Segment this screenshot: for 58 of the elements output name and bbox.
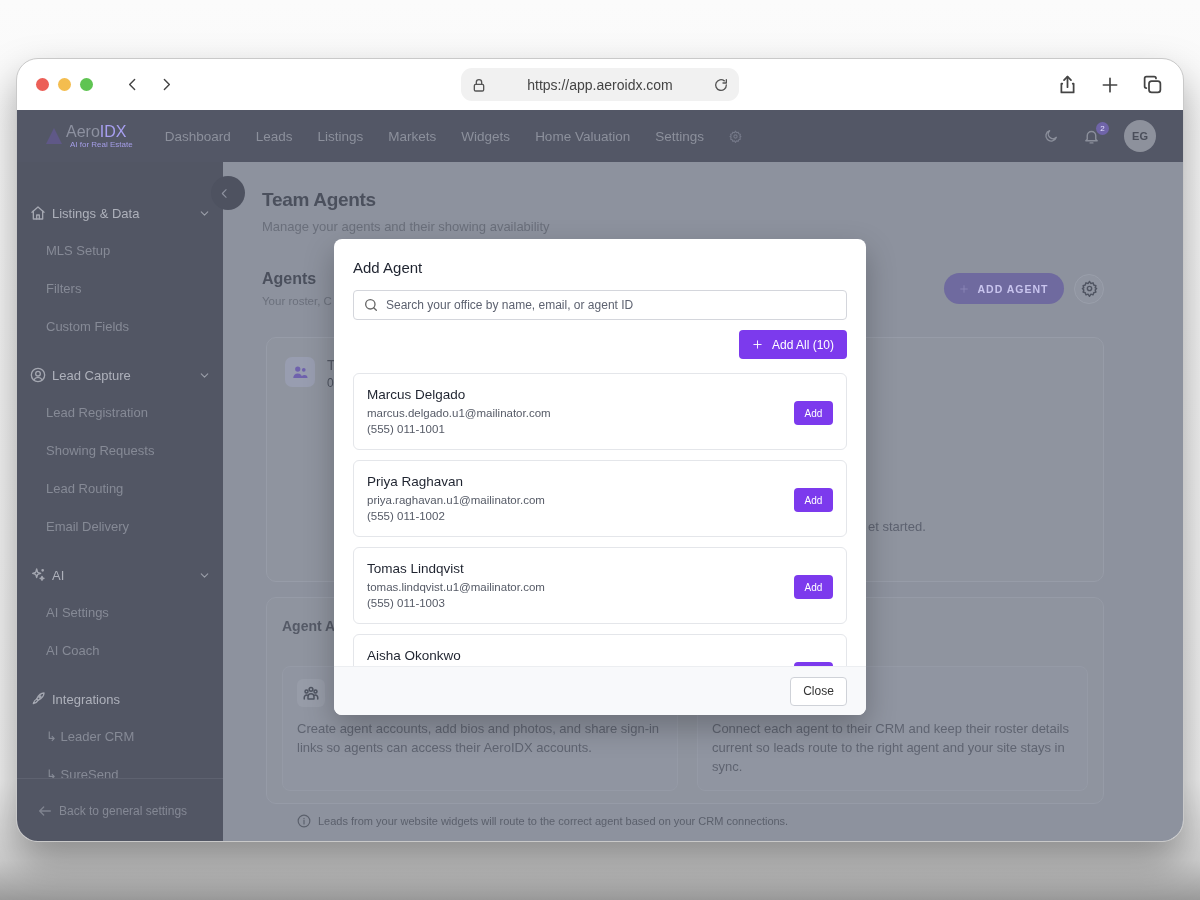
minimize-window-button[interactable] bbox=[58, 78, 71, 91]
nav-link[interactable]: Markets bbox=[388, 128, 437, 144]
home-icon bbox=[30, 205, 46, 221]
settings-icon bbox=[1080, 280, 1098, 297]
url-text: https://app.aeroidx.com bbox=[526, 76, 674, 93]
add-agent-button[interactable]: ADD AGENT bbox=[944, 273, 1064, 304]
agent-phone: (555) 011-1003 bbox=[367, 596, 446, 611]
nav-link[interactable]: Listings bbox=[317, 128, 364, 144]
settings-button[interactable] bbox=[1074, 273, 1104, 304]
search-icon bbox=[363, 297, 379, 313]
agent-phone: (555) 011-1002 bbox=[367, 509, 446, 524]
nav-link[interactable]: Leads bbox=[255, 128, 293, 144]
notification-badge: 2 bbox=[1096, 121, 1109, 135]
sidebar-section-header[interactable]: AI bbox=[17, 563, 223, 587]
dialog-title: Add Agent bbox=[353, 258, 424, 278]
agent-email: marcus.delgado.u1@mailinator.com bbox=[367, 406, 552, 421]
add-all-button[interactable]: Add All (10) bbox=[738, 330, 847, 359]
add-button[interactable]: Add bbox=[794, 401, 833, 425]
agent-name: Aisha Okonkwo bbox=[367, 647, 462, 665]
maximize-window-button[interactable] bbox=[80, 78, 93, 91]
card-count: 0 bbox=[327, 375, 335, 392]
people-glyph-icon bbox=[291, 363, 309, 381]
add-button[interactable]: Add bbox=[794, 575, 833, 599]
sparkle-icon bbox=[30, 567, 46, 583]
tabs-icon[interactable] bbox=[1142, 74, 1163, 95]
agent-phone: (555) 011-1001 bbox=[367, 422, 446, 437]
close-button[interactable]: Close bbox=[790, 676, 847, 706]
nav-link[interactable]: Widgets bbox=[461, 128, 511, 144]
logo-tagline: AI for Real Estate bbox=[70, 140, 133, 149]
sidebar-section-header[interactable]: Lead Capture bbox=[17, 363, 223, 387]
section-title: Agents bbox=[262, 269, 318, 289]
reload-icon[interactable] bbox=[713, 76, 729, 93]
close-window-button[interactable] bbox=[36, 78, 49, 91]
info-icon bbox=[297, 814, 311, 828]
search-field[interactable]: Search your office by name, email, or agent ID bbox=[353, 290, 847, 320]
agent-email: tomas.lindqvist.u1@mailinator.com bbox=[367, 580, 546, 595]
address-bar[interactable]: https://app.aeroidx.com bbox=[461, 68, 739, 101]
moon-icon[interactable] bbox=[1043, 128, 1059, 144]
agent-email: priya.raghavan.u1@mailinator.com bbox=[367, 493, 546, 508]
agent-name: Priya Raghavan bbox=[367, 473, 465, 491]
sidebar-section-header[interactable]: Integrations bbox=[17, 687, 223, 711]
agent-name: Tomas Lindqvist bbox=[367, 560, 465, 578]
settings-icon[interactable] bbox=[728, 129, 742, 143]
sidebar-section-header[interactable]: Listings & Data bbox=[17, 201, 223, 225]
nav-link[interactable]: Home Valuation bbox=[535, 128, 631, 144]
nav-link[interactable]: Settings bbox=[655, 128, 704, 144]
team-glyph-icon bbox=[302, 684, 320, 702]
plus-icon bbox=[751, 339, 763, 350]
add-button[interactable]: Add bbox=[794, 488, 833, 512]
agent-name: Marcus Delgado bbox=[367, 386, 467, 404]
lock-icon bbox=[471, 76, 487, 93]
user-circle-icon bbox=[30, 367, 46, 383]
page-title: Team Agents bbox=[262, 188, 377, 212]
rocket-icon bbox=[30, 691, 46, 707]
logo-wordmark: AeroIDX bbox=[66, 123, 128, 140]
logo-icon bbox=[45, 127, 63, 145]
user-avatar[interactable]: EG bbox=[1124, 120, 1156, 152]
nav-link[interactable]: Dashboard bbox=[164, 128, 231, 144]
